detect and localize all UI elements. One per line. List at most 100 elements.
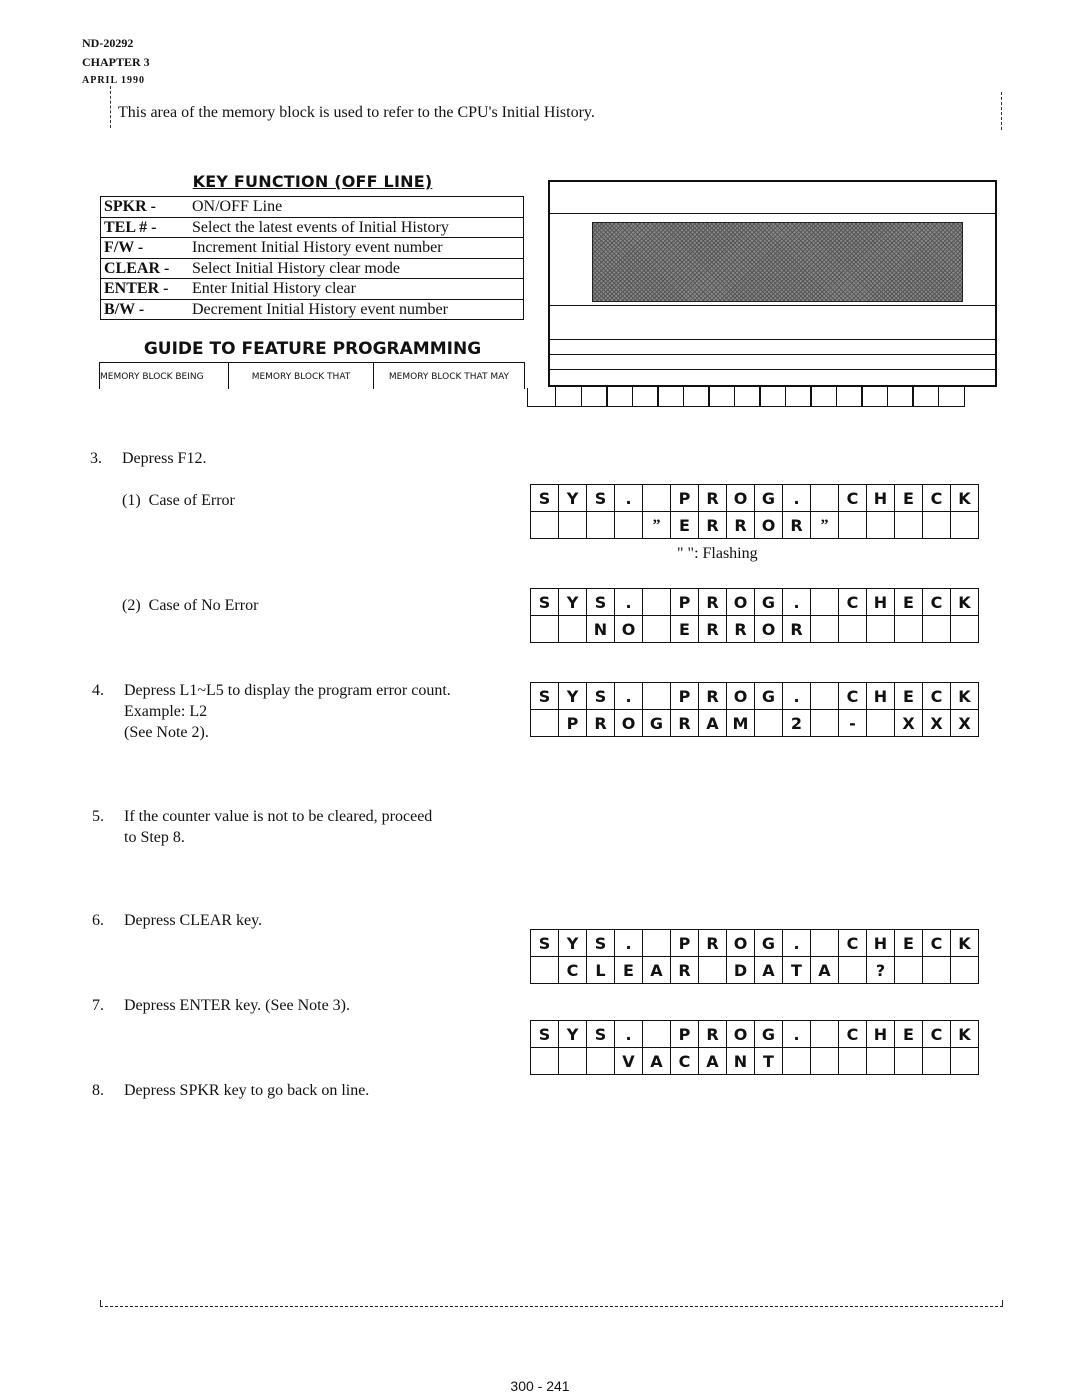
guide-header-row: MEMORY BLOCK BEING MEMORY BLOCK THAT MEM… <box>99 362 525 389</box>
line-key <box>580 387 608 407</box>
display-cell: P <box>671 683 699 710</box>
key-name: F/W - <box>100 237 189 259</box>
display-cell: A <box>699 710 727 737</box>
display-cell <box>867 512 895 539</box>
step-text: Depress ENTER key. (See Note 3). <box>124 997 351 1014</box>
display-cell: R <box>727 512 755 539</box>
display-cell: O <box>755 616 783 643</box>
display-cell: R <box>671 957 699 984</box>
display-cell: E <box>895 589 923 616</box>
key-description: ON/OFF Line <box>189 196 524 218</box>
display-cell: M <box>727 710 755 737</box>
key-function-row: SPKR - ON/OFF Line <box>100 196 524 218</box>
display-cell: . <box>783 1021 811 1048</box>
display-cell: X <box>895 710 923 737</box>
step-text: If the counter value is not to be cleare… <box>124 808 433 825</box>
step-text-line2: to Step 8. <box>124 829 185 846</box>
display-cell: G <box>755 930 783 957</box>
display-cell: O <box>727 930 755 957</box>
display-cell: C <box>671 1048 699 1075</box>
line-key-row <box>555 387 965 407</box>
display-cell: . <box>615 683 643 710</box>
line-key <box>733 387 761 407</box>
display-cell <box>839 512 867 539</box>
display-cell: T <box>755 1048 783 1075</box>
guide-title: GUIDE TO FEATURE PROGRAMMING <box>143 339 482 359</box>
display-cell: E <box>895 485 923 512</box>
display-cell: R <box>783 512 811 539</box>
display-cell: Y <box>559 589 587 616</box>
step-text: Depress CLEAR key. <box>124 912 263 929</box>
display-cell: N <box>587 616 615 643</box>
guide-column-2: MEMORY BLOCK THAT <box>229 363 374 389</box>
display-cell: C <box>923 930 951 957</box>
display-cell: X <box>923 710 951 737</box>
key-name: SPKR - <box>100 196 189 218</box>
display-cell: H <box>867 683 895 710</box>
display-cell: ? <box>867 957 895 984</box>
line-key <box>861 387 888 407</box>
display-cell <box>923 957 951 984</box>
page-number: 300 - 241 <box>510 1378 570 1394</box>
display-cell: Y <box>559 930 587 957</box>
display-cell <box>811 710 839 737</box>
step-text: Depress L1~L5 to display the program err… <box>124 682 451 699</box>
display-cell: H <box>867 1021 895 1048</box>
step-number: 5. <box>92 808 104 825</box>
display-cell: R <box>587 710 615 737</box>
display-cell <box>643 1021 671 1048</box>
display-cell <box>643 616 671 643</box>
display-cell: O <box>755 512 783 539</box>
change-bar-left <box>110 86 111 128</box>
display-cell <box>923 512 951 539</box>
key-function-row: ENTER - Enter Initial History clear <box>100 278 524 300</box>
line-key <box>606 387 633 407</box>
display-cell <box>643 930 671 957</box>
display-cell: . <box>615 485 643 512</box>
display-cell: S <box>531 1021 559 1048</box>
display-cell <box>895 512 923 539</box>
line-key <box>784 387 812 407</box>
key-description: Select the latest events of Initial Hist… <box>189 217 524 238</box>
step-3: 3. Depress F12. <box>90 448 206 469</box>
intro-text: This area of the memory block is used to… <box>118 104 595 121</box>
display-cell: G <box>755 683 783 710</box>
key-function-table: SPKR - ON/OFF Line TEL # - Select the lates… <box>100 196 524 320</box>
display-cell: C <box>839 589 867 616</box>
display-cell: O <box>727 485 755 512</box>
display-cell: . <box>615 1021 643 1048</box>
display-cell: R <box>699 589 727 616</box>
display-cell: O <box>615 616 643 643</box>
display-cell: H <box>867 485 895 512</box>
display-cell: K <box>951 589 979 616</box>
display-cell: A <box>643 957 671 984</box>
display-cell: . <box>615 930 643 957</box>
display-cell <box>531 957 559 984</box>
display-vacant: SYS.PROG.CHECKVACANT <box>530 1020 979 1075</box>
display-cell: Y <box>559 1021 587 1048</box>
display-cell <box>615 512 643 539</box>
display-cell: N <box>727 1048 755 1075</box>
flashing-note: " ": Flashing <box>677 545 758 562</box>
key-function-row: F/W - Increment Initial History event num… <box>100 237 524 259</box>
display-cell <box>839 616 867 643</box>
step-text-line3: (See Note 2). <box>124 724 209 741</box>
display-cell: . <box>783 485 811 512</box>
display-cell: O <box>727 589 755 616</box>
step-text: Case of No Error <box>148 597 259 614</box>
display-cell: S <box>587 589 615 616</box>
display-cell: O <box>727 683 755 710</box>
display-cell: K <box>951 930 979 957</box>
display-cell: K <box>951 683 979 710</box>
display-cell <box>839 1048 867 1075</box>
display-cell: C <box>559 957 587 984</box>
display-cell <box>867 1048 895 1075</box>
display-cell: R <box>699 683 727 710</box>
step-3-case-2: (2) Case of No Error <box>122 595 258 616</box>
display-cell: S <box>587 1021 615 1048</box>
display-cell <box>811 589 839 616</box>
display-cell: C <box>839 485 867 512</box>
telephone-diagram <box>548 180 997 387</box>
display-cell: S <box>587 930 615 957</box>
display-cell <box>811 683 839 710</box>
